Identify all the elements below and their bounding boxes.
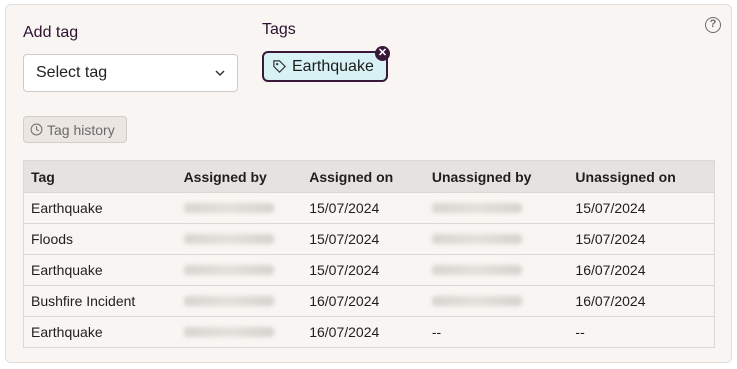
redacted-name [431,234,522,244]
column-header: Tag [31,168,55,185]
tag-chip-label: Earthquake [292,57,374,75]
assigned-by-cell [177,293,303,309]
assigned-on-cell: 15/07/2024 [309,231,380,247]
unassigned-by-cell [425,231,569,247]
unassigned-by-cell [425,262,569,278]
table-row: Earthquake 15/07/2024 16/07/2024 [24,254,714,285]
column-header: Unassigned by [431,168,532,185]
tag-cell: Earthquake [31,200,103,216]
assigned-by-cell [177,324,303,340]
table-row: Earthquake 16/07/2024 -- -- [24,316,714,347]
unassigned-on-cell: 15/07/2024 [575,200,646,216]
select-tag-placeholder: Select tag [36,64,108,81]
redacted-name [183,327,274,337]
redacted-name [431,203,522,213]
tag-cell: Earthquake [31,262,103,278]
tag-cell: Bushfire Incident [31,293,136,309]
tag-history-table: Tag Assigned by Assigned on Unassigned b… [23,160,715,348]
tag-chip: Earthquake [262,51,388,82]
assigned-by-cell [177,231,303,247]
add-tag-label: Add tag [23,24,79,41]
unassigned-on-cell: 16/07/2024 [575,293,646,309]
unassigned-on-cell: 16/07/2024 [575,262,646,278]
table-header: Tag Assigned by Assigned on Unassigned b… [24,161,714,192]
column-header: Assigned by [183,168,267,185]
tag-icon [273,60,286,73]
tag-panel: ? Add tag Select tag Tags Earthquake ✕ T… [5,4,732,363]
tag-history-label: Tag history [47,121,115,138]
unassigned-by-cell [425,293,569,309]
assigned-on-cell: 16/07/2024 [309,324,380,340]
unassigned-by-cell [425,200,569,216]
redacted-name [183,265,274,275]
unassigned-on-cell: -- [575,324,585,340]
redacted-name [431,265,522,275]
tag-history-button[interactable]: Tag history [23,116,127,143]
select-tag-dropdown[interactable]: Select tag [23,54,238,92]
tags-label: Tags [262,21,296,38]
tag-cell: Earthquake [31,324,103,340]
assigned-on-cell: 15/07/2024 [309,200,380,216]
assigned-on-cell: 15/07/2024 [309,262,380,278]
redacted-name [431,296,522,306]
unassigned-by-cell: -- [431,324,442,340]
assigned-by-cell [177,262,303,278]
unassigned-on-cell: 15/07/2024 [575,231,646,247]
column-header: Assigned on [309,168,394,185]
tag-cell: Floods [31,231,74,247]
redacted-name [183,234,274,244]
redacted-name [183,203,274,213]
table-row: Floods 15/07/2024 15/07/2024 [24,223,714,254]
chevron-down-icon [215,70,225,77]
table-row: Bushfire Incident 16/07/2024 16/07/2024 [24,285,714,316]
redacted-name [183,296,274,306]
help-icon[interactable]: ? [705,17,721,33]
remove-tag-icon[interactable]: ✕ [375,46,390,61]
table-row: Earthquake 15/07/2024 15/07/2024 [24,192,714,223]
assigned-by-cell [177,200,303,216]
clock-icon [30,123,43,136]
assigned-on-cell: 16/07/2024 [309,293,380,309]
column-header: Unassigned on [575,168,676,185]
